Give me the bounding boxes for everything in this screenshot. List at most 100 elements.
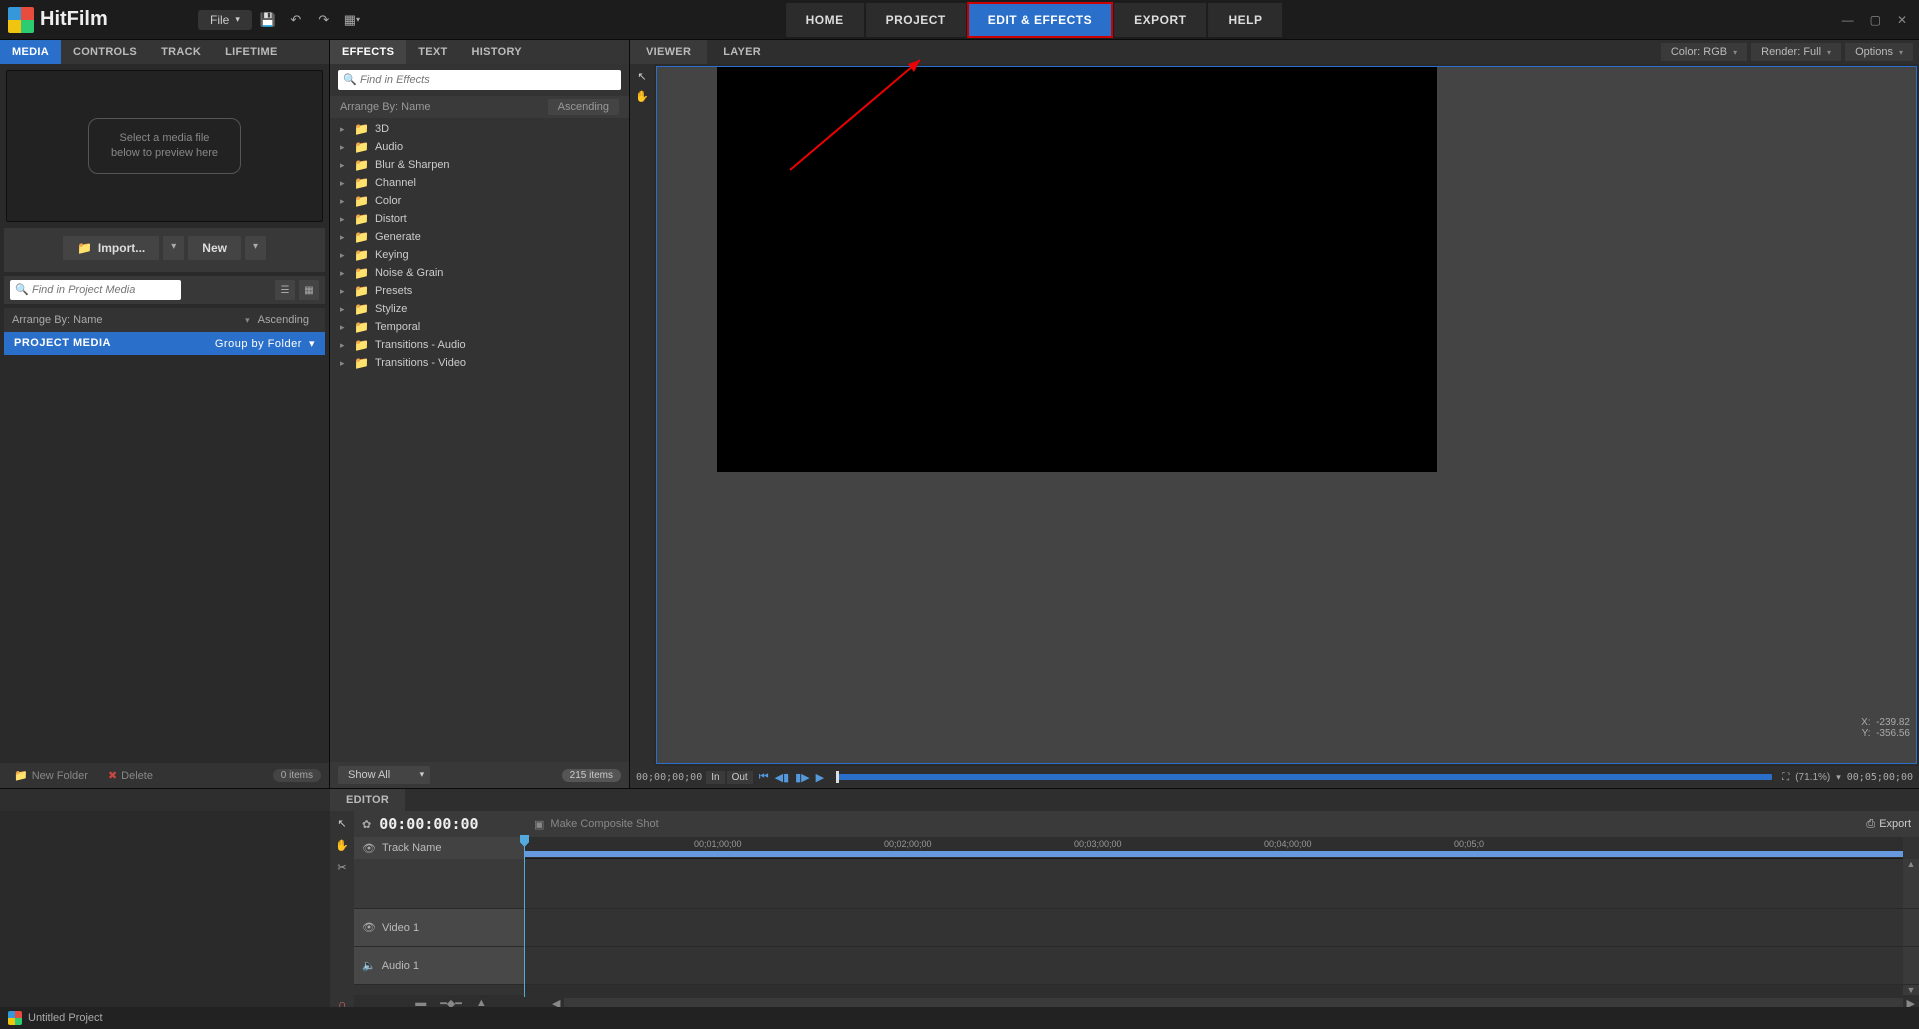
color-mode-dropdown[interactable]: Color: RGB: [1661, 43, 1747, 61]
step-forward-icon[interactable]: ▮▶: [793, 771, 812, 784]
grid-view-icon[interactable]: ▦: [299, 280, 319, 300]
effects-category[interactable]: ▸📁3D: [330, 120, 629, 138]
category-label: Stylize: [375, 303, 407, 315]
effects-category[interactable]: ▸📁Temporal: [330, 318, 629, 336]
effects-category[interactable]: ▸📁Distort: [330, 210, 629, 228]
list-view-icon[interactable]: ☰: [275, 280, 295, 300]
delete-button[interactable]: ✖Delete: [102, 767, 159, 784]
project-media-header[interactable]: PROJECT MEDIA Group by Folder ▾: [4, 332, 325, 355]
expand-icon: ▸: [340, 322, 348, 333]
tab-track[interactable]: TRACK: [149, 40, 213, 64]
import-button[interactable]: 📁Import...: [63, 236, 159, 260]
effects-sort-ascending[interactable]: Ascending: [548, 99, 619, 115]
maximize-icon[interactable]: ▢: [1866, 11, 1885, 29]
media-panel: MEDIA CONTROLS TRACK LIFETIME Select a m…: [0, 40, 330, 788]
viewer-transport: 00;00;00;00 In Out ⏮ ◀▮ ▮▶ ▶ ⛶ (71.1%) ▾…: [630, 766, 1919, 788]
in-point-button[interactable]: In: [706, 771, 724, 784]
group-by-dropdown[interactable]: Group by Folder ▾: [215, 337, 315, 350]
tab-lifetime[interactable]: LIFETIME: [213, 40, 290, 64]
category-label: Channel: [375, 177, 416, 189]
save-icon[interactable]: 💾: [256, 8, 280, 32]
composite-icon: ▣: [534, 818, 544, 831]
video-track-lane[interactable]: [524, 909, 1903, 946]
select-tool-icon[interactable]: ↖: [634, 68, 650, 84]
tab-history[interactable]: HISTORY: [460, 40, 534, 64]
media-list-empty: [4, 355, 325, 763]
new-button[interactable]: New: [188, 236, 241, 260]
new-dropdown[interactable]: ▾: [245, 236, 266, 260]
nav-export[interactable]: EXPORT: [1114, 3, 1206, 37]
goto-start-icon[interactable]: ⏮: [757, 771, 771, 784]
minimize-icon[interactable]: —: [1838, 11, 1858, 29]
timeline-select-icon[interactable]: ↖: [334, 815, 350, 831]
effects-category[interactable]: ▸📁Generate: [330, 228, 629, 246]
effects-search-input[interactable]: [338, 70, 621, 90]
scroll-up-icon[interactable]: ▲: [1903, 859, 1919, 869]
nav-help[interactable]: HELP: [1208, 3, 1282, 37]
tab-media[interactable]: MEDIA: [0, 40, 61, 64]
redo-icon[interactable]: ↷: [312, 8, 336, 32]
step-back-icon[interactable]: ◀▮: [773, 771, 792, 784]
timeline-hand-icon[interactable]: ✋: [334, 837, 350, 853]
effects-category[interactable]: ▸📁Stylize: [330, 300, 629, 318]
category-label: Generate: [375, 231, 421, 243]
out-point-button[interactable]: Out: [727, 771, 753, 784]
new-folder-button[interactable]: 📁New Folder: [8, 767, 94, 784]
tab-viewer[interactable]: VIEWER: [630, 40, 707, 64]
zoom-fit-icon[interactable]: ⛶: [1782, 772, 1789, 783]
effects-category[interactable]: ▸📁Noise & Grain: [330, 264, 629, 282]
timeline-settings-icon[interactable]: ✿: [362, 818, 371, 831]
effects-arrange-label[interactable]: Arrange By: Name: [340, 101, 430, 113]
timeline-slice-icon[interactable]: ✂: [334, 859, 350, 875]
options-dropdown[interactable]: Options: [1845, 43, 1913, 61]
timeline-export-button[interactable]: ⎙ Export: [1858, 818, 1919, 831]
effects-category[interactable]: ▸📁Transitions - Audio: [330, 336, 629, 354]
nav-project[interactable]: PROJECT: [866, 3, 966, 37]
scroll-down-icon[interactable]: ▼: [1903, 985, 1919, 995]
show-all-dropdown[interactable]: Show All: [338, 766, 430, 784]
video-visibility-icon[interactable]: 👁: [362, 921, 376, 934]
effects-category[interactable]: ▸📁Blur & Sharpen: [330, 156, 629, 174]
effects-category[interactable]: ▸📁Transitions - Video: [330, 354, 629, 372]
hand-tool-icon[interactable]: ✋: [634, 88, 650, 104]
timeline-ruler[interactable]: 00;01;00;0000;02;00;0000;03;00;0000;04;0…: [524, 837, 1903, 859]
nav-edit-effects[interactable]: EDIT & EFFECTS: [968, 3, 1112, 37]
category-label: Presets: [375, 285, 412, 297]
viewer-canvas-area[interactable]: X: -239.82 Y: -356.56: [656, 66, 1917, 764]
effects-category[interactable]: ▸📁Presets: [330, 282, 629, 300]
viewer-toolbar: ↖ ✋: [630, 64, 654, 766]
empty-track-area[interactable]: [524, 859, 1903, 908]
folder-icon: 📁: [354, 230, 369, 244]
file-menu-button[interactable]: File▾: [198, 10, 252, 30]
make-composite-button[interactable]: ▣ Make Composite Shot: [524, 818, 1858, 831]
effects-category[interactable]: ▸📁Channel: [330, 174, 629, 192]
audio-mute-icon[interactable]: 🔈: [362, 959, 376, 972]
tab-text[interactable]: TEXT: [406, 40, 459, 64]
import-dropdown[interactable]: ▾: [163, 236, 184, 260]
tab-effects[interactable]: EFFECTS: [330, 40, 406, 64]
layout-icon[interactable]: ▦▾: [340, 8, 364, 32]
sort-ascending[interactable]: Ascending: [250, 312, 317, 328]
effects-category[interactable]: ▸📁Keying: [330, 246, 629, 264]
ruler-tick: 00;01;00;00: [694, 839, 742, 849]
close-icon[interactable]: ✕: [1893, 11, 1911, 29]
folder-icon: 📁: [354, 122, 369, 136]
effects-category[interactable]: ▸📁Audio: [330, 138, 629, 156]
track-visibility-icon[interactable]: 👁: [362, 842, 376, 855]
audio-track-lane[interactable]: [524, 947, 1903, 984]
expand-icon: ▸: [340, 304, 348, 315]
tab-controls[interactable]: CONTROLS: [61, 40, 149, 64]
viewer-scrubber[interactable]: [836, 774, 1772, 780]
tab-editor[interactable]: EDITOR: [330, 789, 405, 811]
media-search-input[interactable]: [10, 280, 181, 300]
tab-layer[interactable]: LAYER: [707, 40, 777, 64]
play-icon[interactable]: ▶: [814, 771, 826, 784]
folder-icon: 📁: [354, 356, 369, 370]
playhead[interactable]: [524, 837, 525, 997]
undo-icon[interactable]: ↶: [284, 8, 308, 32]
effects-category[interactable]: ▸📁Color: [330, 192, 629, 210]
arrange-label[interactable]: Arrange By: Name: [12, 314, 245, 326]
nav-home[interactable]: HOME: [786, 3, 864, 37]
project-name: Untitled Project: [28, 1012, 103, 1024]
render-mode-dropdown[interactable]: Render: Full: [1751, 43, 1841, 61]
